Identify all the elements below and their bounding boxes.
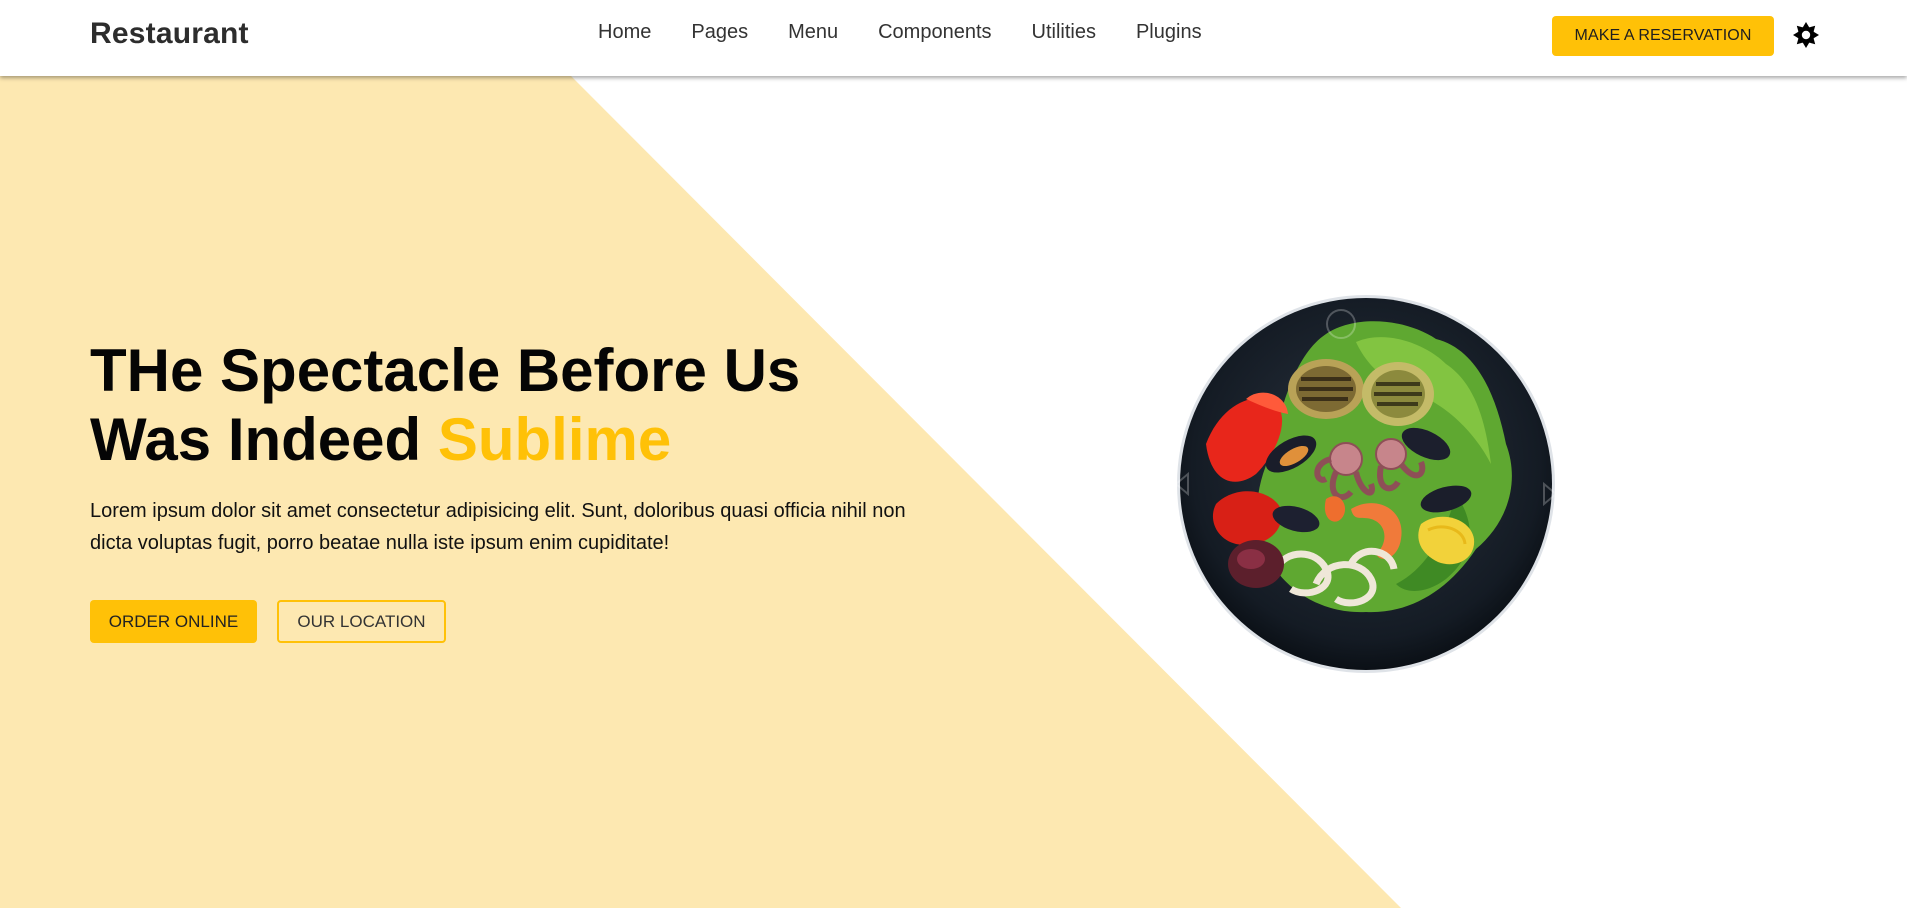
nav-home[interactable]: Home — [598, 21, 651, 44]
brand-logo[interactable]: Restaurant — [90, 17, 249, 51]
main-nav: Home Pages Menu Components Utilities Plu… — [598, 21, 1242, 44]
top-navbar: Restaurant Home Pages Menu Components Ut… — [0, 0, 1907, 76]
hero-title-accent: Sublime — [437, 406, 672, 473]
seafood-plate-image — [1176, 295, 1556, 673]
nav-components[interactable]: Components — [878, 21, 991, 44]
nav-pages[interactable]: Pages — [691, 21, 748, 44]
make-reservation-button[interactable]: MAKE A RESERVATION — [1552, 16, 1774, 56]
page: Restaurant Home Pages Menu Components Ut… — [0, 0, 1907, 908]
hero-title-line2: Was Indeed — [90, 406, 438, 473]
nav-menu[interactable]: Menu — [788, 21, 838, 44]
sun-gear-icon — [1793, 22, 1819, 48]
our-location-button[interactable]: OUR LOCATION — [277, 600, 446, 643]
order-online-button[interactable]: ORDER ONLINE — [90, 600, 257, 643]
hero-title-line1: THe Spectacle Before Us — [90, 337, 801, 404]
nav-utilities[interactable]: Utilities — [1032, 21, 1096, 44]
theme-toggle-button[interactable] — [1792, 21, 1820, 49]
hero-title: THe Spectacle Before Us Was Indeed Subli… — [90, 336, 800, 474]
hero-description: Lorem ipsum dolor sit amet consectetur a… — [90, 500, 906, 554]
nav-plugins[interactable]: Plugins — [1136, 21, 1202, 44]
